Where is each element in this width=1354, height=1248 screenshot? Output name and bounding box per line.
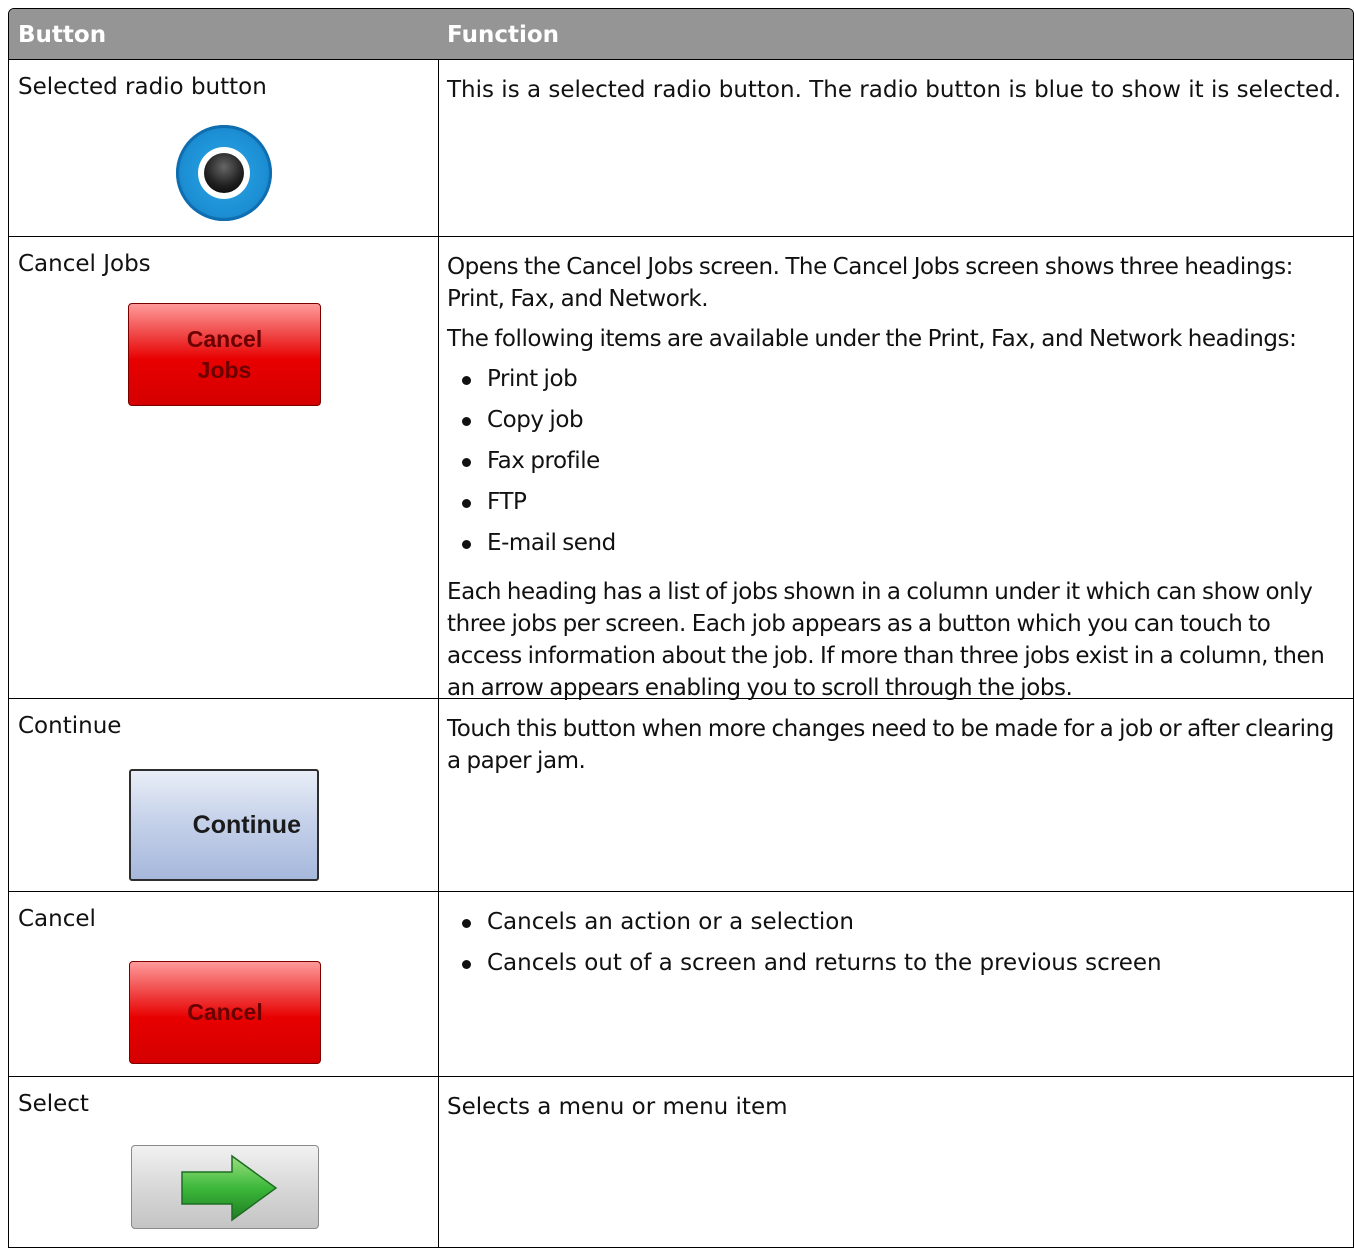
cancel-jobs-label-line2: Jobs bbox=[197, 356, 252, 383]
table-row-select: Select Selects a menu or menu item bbox=[9, 1077, 1353, 1247]
function-paragraph: The following items are available under … bbox=[447, 326, 1297, 352]
button-name: Continue bbox=[18, 713, 122, 739]
function-text: Touch this button when more changes need… bbox=[447, 716, 1334, 774]
table-row-cancel-jobs: Cancel Jobs Cancel Jobs Opens the Cancel… bbox=[9, 237, 1353, 701]
function-text: Selects a menu or menu item bbox=[447, 1094, 788, 1120]
continue-button-image: Continue bbox=[129, 769, 319, 881]
bullet-list: Print job Copy job Fax profile FTP E-mai… bbox=[447, 363, 1347, 568]
cancel-label: Cancel bbox=[187, 999, 263, 1025]
function-text: Opens the Cancel Jobs screen. The Cancel… bbox=[447, 251, 1347, 712]
function-text: This is a selected radio button. The rad… bbox=[447, 77, 1342, 103]
list-item: Copy job bbox=[447, 404, 1347, 445]
radio-button-icon bbox=[176, 125, 272, 221]
function-paragraph: Opens the Cancel Jobs screen. The Cancel… bbox=[447, 254, 1293, 312]
button-name: Selected radio button bbox=[18, 74, 267, 100]
header-button: Button bbox=[18, 22, 107, 48]
bullet-list: Cancels an action or a selection Cancels… bbox=[447, 906, 1347, 988]
select-button-image bbox=[131, 1145, 319, 1229]
table-row-continue: Continue Continue Touch this button when… bbox=[9, 699, 1353, 892]
table-header: Button Function bbox=[9, 9, 1353, 60]
button-name: Cancel bbox=[18, 906, 96, 932]
table-row-radio: Selected radio button This is a selected… bbox=[9, 60, 1353, 237]
cancel-jobs-label-line1: Cancel bbox=[186, 325, 263, 352]
continue-label: Continue bbox=[192, 810, 301, 839]
list-item: FTP bbox=[447, 486, 1347, 527]
function-paragraph: Each heading has a list of jobs shown in… bbox=[447, 579, 1325, 701]
list-item: Fax profile bbox=[447, 445, 1347, 486]
function-text: Cancels an action or a selection Cancels… bbox=[447, 906, 1347, 996]
button-name: Cancel Jobs bbox=[18, 251, 151, 277]
list-item: Cancels out of a screen and returns to t… bbox=[447, 947, 1347, 988]
cancel-button-image: Cancel bbox=[129, 961, 321, 1064]
list-item: E-mail send bbox=[447, 527, 1347, 568]
table-row-cancel: Cancel Cancel Cancels an action or a sel… bbox=[9, 892, 1353, 1077]
cancel-jobs-button-image: Cancel Jobs bbox=[128, 303, 321, 406]
list-item: Cancels an action or a selection bbox=[447, 906, 1347, 947]
button-name: Select bbox=[18, 1091, 89, 1117]
button-function-table: Button Function Selected radio button Th… bbox=[8, 8, 1354, 1248]
right-arrow-icon bbox=[181, 1154, 278, 1222]
header-function: Function bbox=[447, 22, 560, 48]
list-item: Print job bbox=[447, 363, 1347, 404]
